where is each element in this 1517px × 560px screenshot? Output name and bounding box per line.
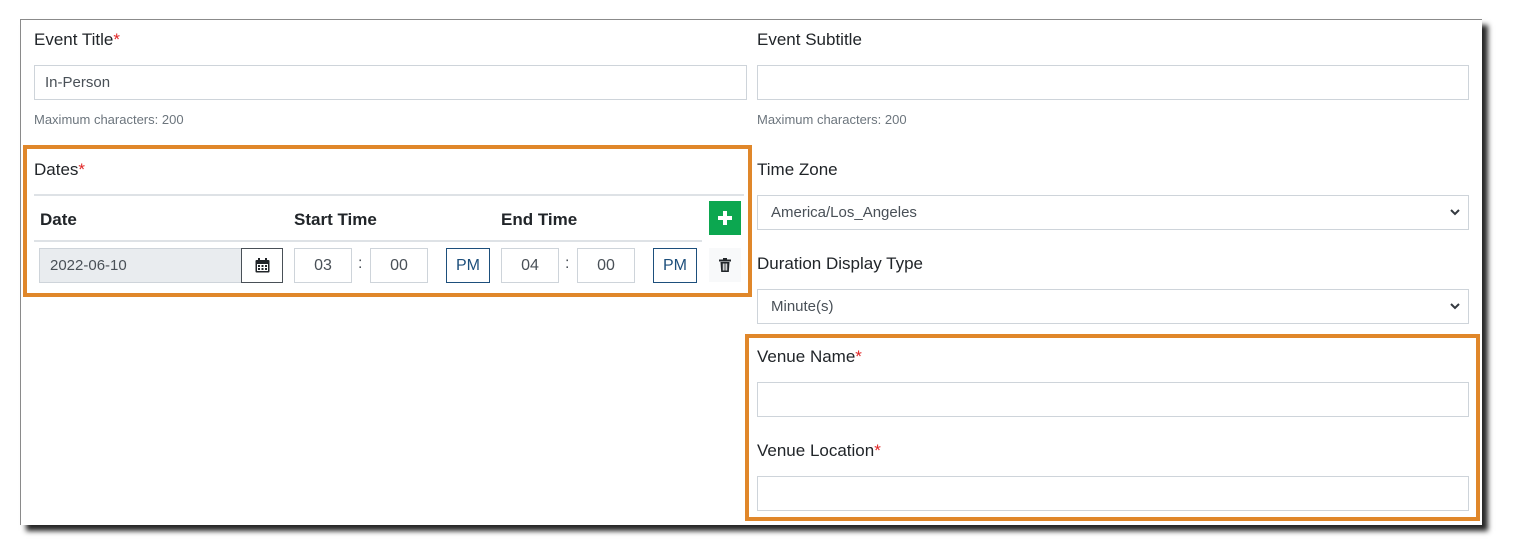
start-ampm-toggle[interactable]: PM <box>446 248 490 283</box>
venue-location-input[interactable] <box>757 476 1469 511</box>
chevron-down-icon <box>1450 303 1460 310</box>
start-hour-input[interactable]: 03 <box>294 248 352 283</box>
dates-table-top-border <box>34 194 744 196</box>
delete-date-button[interactable] <box>709 248 741 282</box>
end-hour-input[interactable]: 04 <box>501 248 559 283</box>
plus-icon <box>718 211 732 225</box>
end-minute-input[interactable]: 00 <box>577 248 635 283</box>
venue-location-label: Venue Location* <box>757 441 881 461</box>
venue-name-label: Venue Name* <box>757 347 862 367</box>
dates-table-header-border <box>34 240 702 242</box>
required-mark: * <box>78 160 86 179</box>
column-header-start-time: Start Time <box>294 210 377 229</box>
duration-display-type-selected-value: Minute(s) <box>771 298 834 315</box>
duration-display-type-label: Duration Display Type <box>757 254 923 273</box>
add-date-button[interactable] <box>709 201 741 235</box>
event-title-label-text: Event Title <box>34 30 114 49</box>
column-header-date: Date <box>40 210 77 229</box>
event-subtitle-input[interactable] <box>757 65 1469 100</box>
start-minute-input[interactable]: 00 <box>370 248 428 283</box>
time-separator: : <box>358 255 363 272</box>
required-mark: * <box>855 347 862 366</box>
required-mark: * <box>874 441 881 460</box>
event-title-label: Event Title* <box>34 30 120 50</box>
time-zone-select[interactable]: America/Los_Angeles <box>757 195 1469 230</box>
venue-name-label-text: Venue Name <box>757 347 856 366</box>
time-separator: : <box>565 255 570 272</box>
event-subtitle-help: Maximum characters: 200 <box>757 112 907 127</box>
required-mark: * <box>113 30 120 49</box>
dates-label-text: Dates <box>34 160 79 179</box>
date-input[interactable]: 2022-06-10 <box>39 248 243 283</box>
calendar-button[interactable] <box>241 248 283 283</box>
trash-icon <box>719 258 731 272</box>
end-ampm-toggle[interactable]: PM <box>653 248 697 283</box>
duration-display-type-select[interactable]: Minute(s) <box>757 289 1469 324</box>
calendar-icon <box>255 258 269 273</box>
column-header-end-time: End Time <box>501 210 578 229</box>
chevron-down-icon <box>1450 209 1460 216</box>
time-zone-label: Time Zone <box>757 160 838 179</box>
venue-location-label-text: Venue Location <box>757 441 875 460</box>
dates-label: Dates* <box>34 160 85 180</box>
event-subtitle-label: Event Subtitle <box>757 30 862 49</box>
event-title-help: Maximum characters: 200 <box>34 112 184 127</box>
time-zone-selected-value: America/Los_Angeles <box>771 204 917 221</box>
venue-name-input[interactable] <box>757 382 1469 417</box>
event-title-input[interactable] <box>34 65 747 100</box>
